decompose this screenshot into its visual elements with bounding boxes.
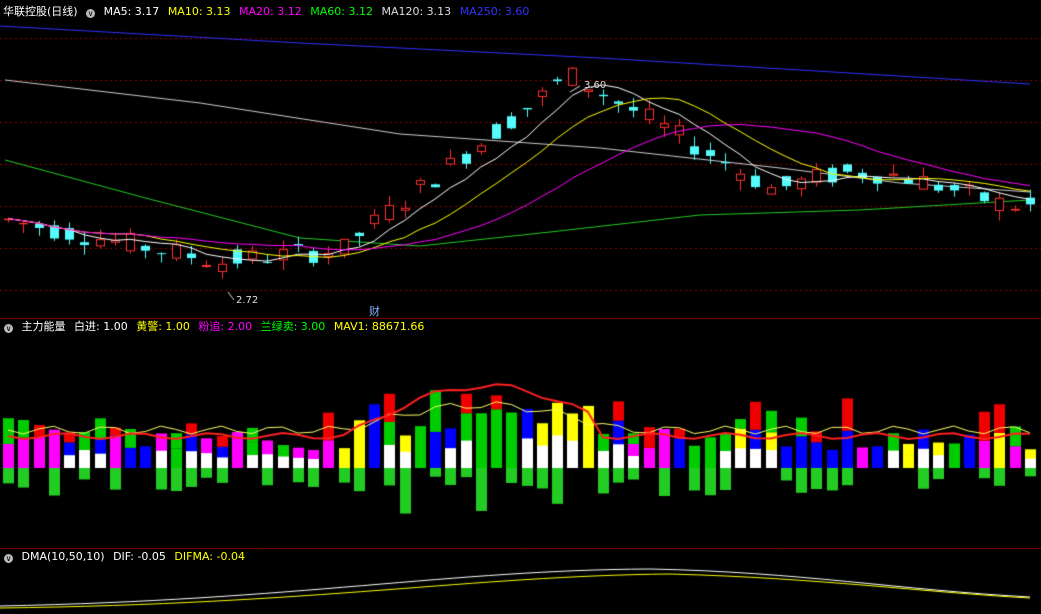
main-title: 华联控股(日线) [3, 5, 78, 18]
ma5-value: MA5: 3.17 [103, 5, 160, 18]
expand-icon[interactable]: ∨ [4, 554, 13, 563]
stock-chart-canvas[interactable] [0, 0, 1041, 614]
pink-chase-value: 粉追: 2.00 [198, 320, 253, 333]
ma60-value: MA60: 3.12 [310, 5, 373, 18]
ma20-value: MA20: 3.12 [239, 5, 302, 18]
blue-green-sell-value: 兰绿卖: 3.00 [260, 320, 326, 333]
finance-marker[interactable]: 财 [369, 303, 380, 319]
main-legend: 华联控股(日线) ∨ MA5: 3.17 MA10: 3.13 MA20: 3.… [0, 4, 534, 20]
energy-title: 主力能量 [21, 320, 66, 333]
energy-legend: ∨ 主力能量 白进: 1.00 黄警: 1.00 粉追: 2.00 兰绿卖: 3… [0, 319, 429, 335]
white-entry-value: 白进: 1.00 [74, 320, 128, 333]
dif-value: DIF: -0.05 [113, 550, 166, 563]
ma10-value: MA10: 3.13 [167, 5, 231, 18]
low-price-note: 2.72 [236, 295, 259, 306]
dma-title: DMA(10,50,10) [21, 550, 105, 563]
ma250-value: MA250: 3.60 [459, 5, 530, 18]
mav1-value: MAV1: 88671.66 [333, 320, 425, 333]
expand-icon[interactable]: ∨ [4, 324, 13, 333]
yellow-warning-value: 黄警: 1.00 [136, 320, 190, 333]
high-price-note: 3.60 [584, 80, 607, 91]
dma-legend: ∨ DMA(10,50,10) DIF: -0.05 DIFMA: -0.04 [0, 549, 250, 565]
expand-icon[interactable]: ∨ [86, 9, 96, 18]
difma-value: DIFMA: -0.04 [174, 550, 245, 563]
ma120-value: MA120: 3.13 [381, 5, 452, 18]
